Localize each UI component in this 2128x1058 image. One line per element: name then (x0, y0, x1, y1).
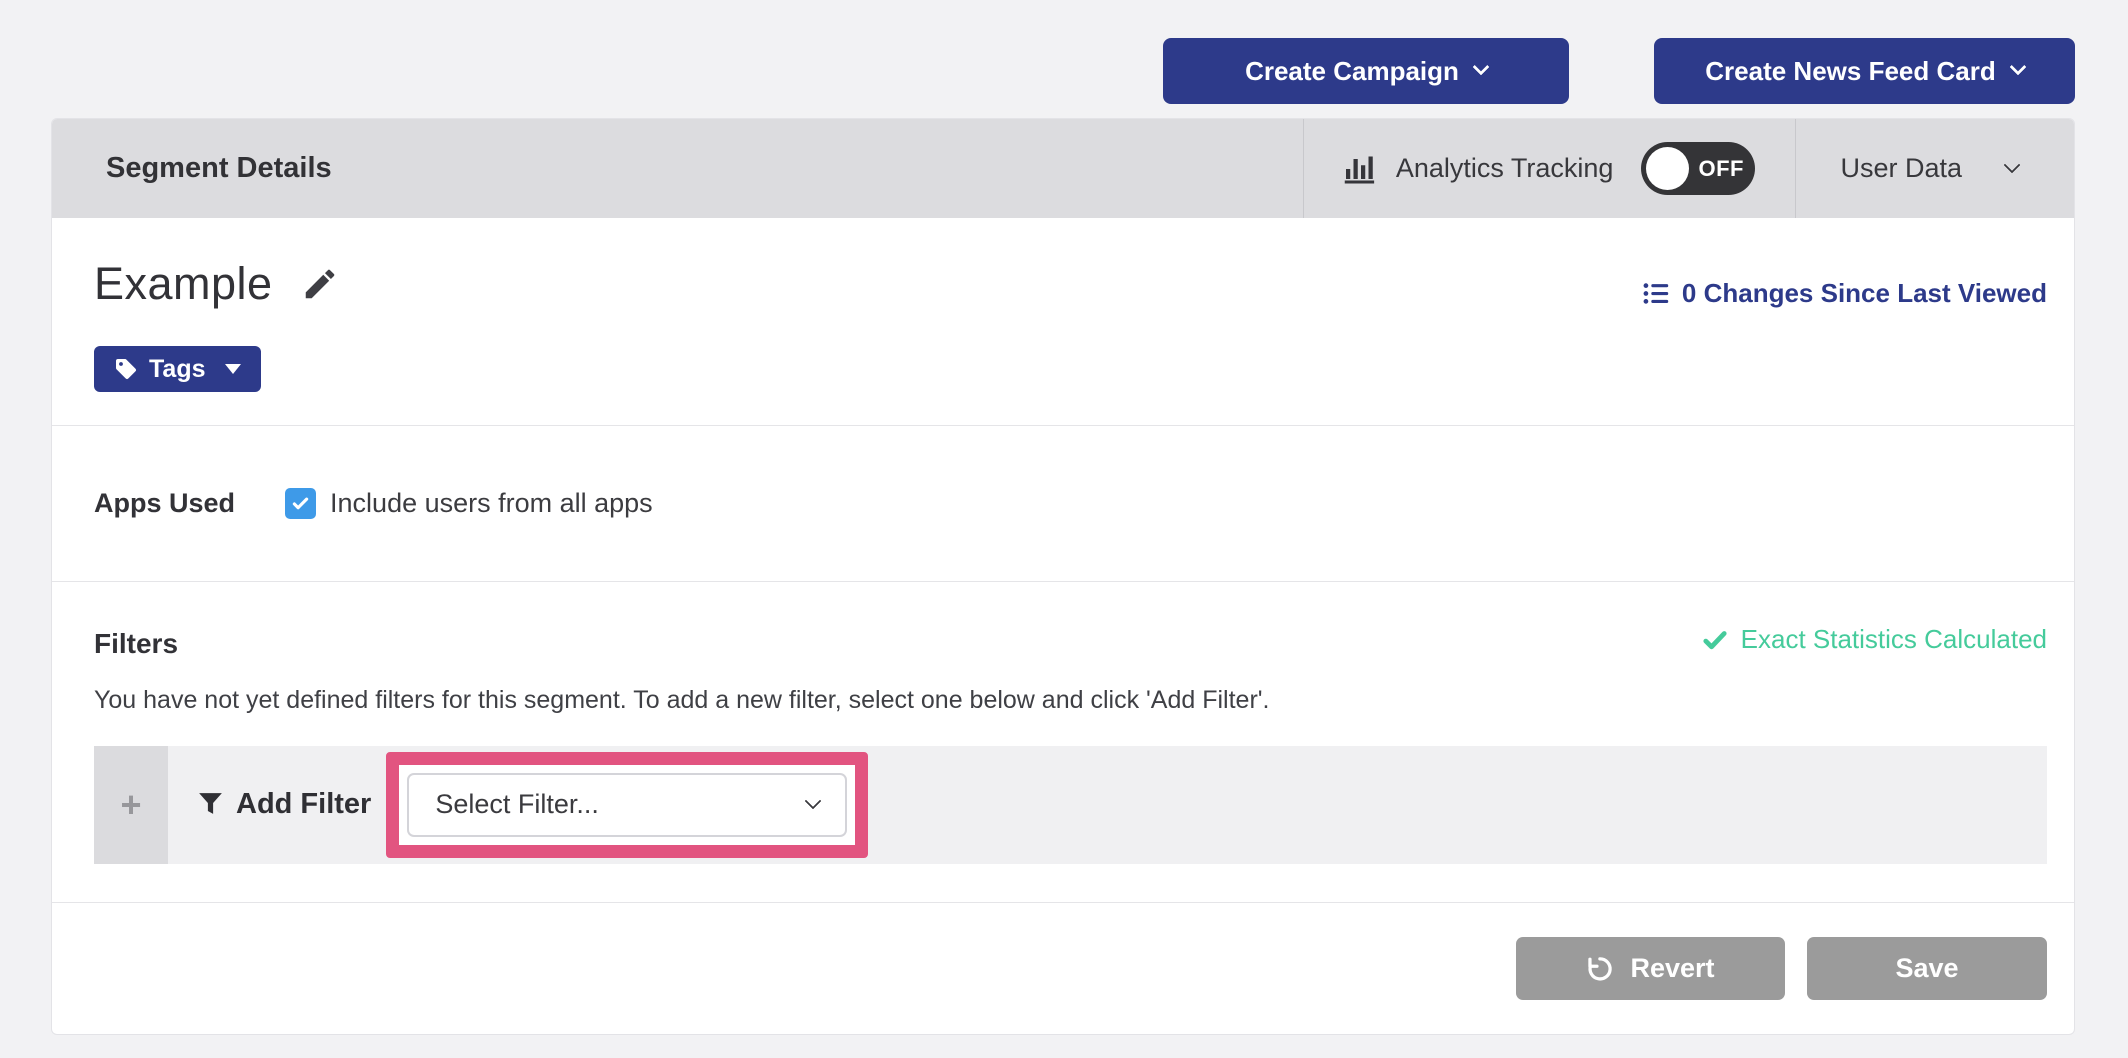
create-campaign-label: Create Campaign (1245, 56, 1459, 87)
filters-section: Filters Exact Statistics Calculated You … (52, 581, 2074, 902)
create-news-feed-label: Create News Feed Card (1705, 56, 1995, 87)
segment-title-section: Example (52, 218, 2074, 425)
filter-select-value: Select Filter... (435, 789, 599, 820)
tags-label: Tags (149, 355, 206, 384)
analytics-tracking-label: Analytics Tracking (1396, 153, 1614, 184)
user-data-menu[interactable]: User Data (1796, 119, 2074, 218)
filters-description: You have not yet defined filters for thi… (94, 686, 2047, 715)
revert-label: Revert (1630, 953, 1714, 984)
list-icon (1643, 280, 1670, 307)
exact-statistics-status: Exact Statistics Calculated (1702, 624, 2047, 655)
chevron-down-icon (2004, 156, 2021, 173)
tags-button[interactable]: Tags (94, 346, 261, 392)
chevron-down-icon (2009, 59, 2026, 76)
include-all-apps-option[interactable]: Include users from all apps (285, 488, 653, 519)
tag-icon (114, 357, 138, 381)
segment-details-card: Segment Details Analytics Tracking (51, 118, 2075, 1035)
toggle-knob (1646, 147, 1689, 190)
plus-icon: + (120, 784, 141, 826)
filter-select-dropdown[interactable]: Select Filter... (407, 773, 847, 837)
caret-down-icon (225, 364, 241, 374)
analytics-tracking-toggle[interactable]: OFF (1641, 142, 1755, 195)
card-header-actions: Analytics Tracking OFF User Data (1303, 119, 2074, 218)
apps-used-section: Apps Used Include users from all apps (52, 425, 2074, 581)
filter-funnel-icon (198, 792, 223, 817)
undo-icon (1586, 955, 1614, 983)
analytics-tracking-control: Analytics Tracking OFF (1304, 119, 1796, 218)
create-campaign-button[interactable]: Create Campaign (1163, 38, 1569, 104)
add-filter-label-group: Add Filter (198, 788, 371, 821)
user-data-label: User Data (1840, 153, 1962, 184)
edit-name-button[interactable] (301, 265, 339, 303)
add-filter-bar: + Add Filter Select Filter... (94, 746, 2047, 864)
check-icon (1702, 627, 1728, 653)
pencil-icon (301, 265, 339, 303)
changes-link-label: 0 Changes Since Last Viewed (1682, 278, 2047, 309)
include-all-apps-label: Include users from all apps (330, 488, 653, 519)
filters-title: Filters (94, 628, 178, 660)
chevron-down-icon (805, 792, 822, 809)
card-header: Segment Details Analytics Tracking (52, 119, 2074, 218)
topbar: Create Campaign Create News Feed Card (1163, 38, 2075, 104)
toggle-state-label: OFF (1698, 156, 1744, 182)
bar-chart-icon (1344, 154, 1378, 184)
card-footer: Revert Save (52, 902, 2074, 1034)
page-title: Segment Details (52, 152, 1303, 185)
add-filter-plus-button[interactable]: + (94, 746, 168, 864)
create-news-feed-card-button[interactable]: Create News Feed Card (1654, 38, 2075, 104)
save-label: Save (1895, 953, 1958, 984)
revert-button[interactable]: Revert (1516, 937, 1785, 1000)
segment-details-page: Create Campaign Create News Feed Card Se… (0, 0, 2128, 1058)
exact-statistics-label: Exact Statistics Calculated (1741, 624, 2047, 655)
annotation-highlight-box: Select Filter... (386, 752, 868, 858)
checkbox-checked-icon[interactable] (285, 488, 316, 519)
apps-used-label: Apps Used (94, 488, 235, 519)
segment-name: Example (94, 258, 273, 310)
changes-since-last-viewed-link[interactable]: 0 Changes Since Last Viewed (1643, 278, 2047, 309)
chevron-down-icon (1472, 59, 1489, 76)
save-button[interactable]: Save (1807, 937, 2047, 1000)
add-filter-label: Add Filter (236, 788, 371, 821)
